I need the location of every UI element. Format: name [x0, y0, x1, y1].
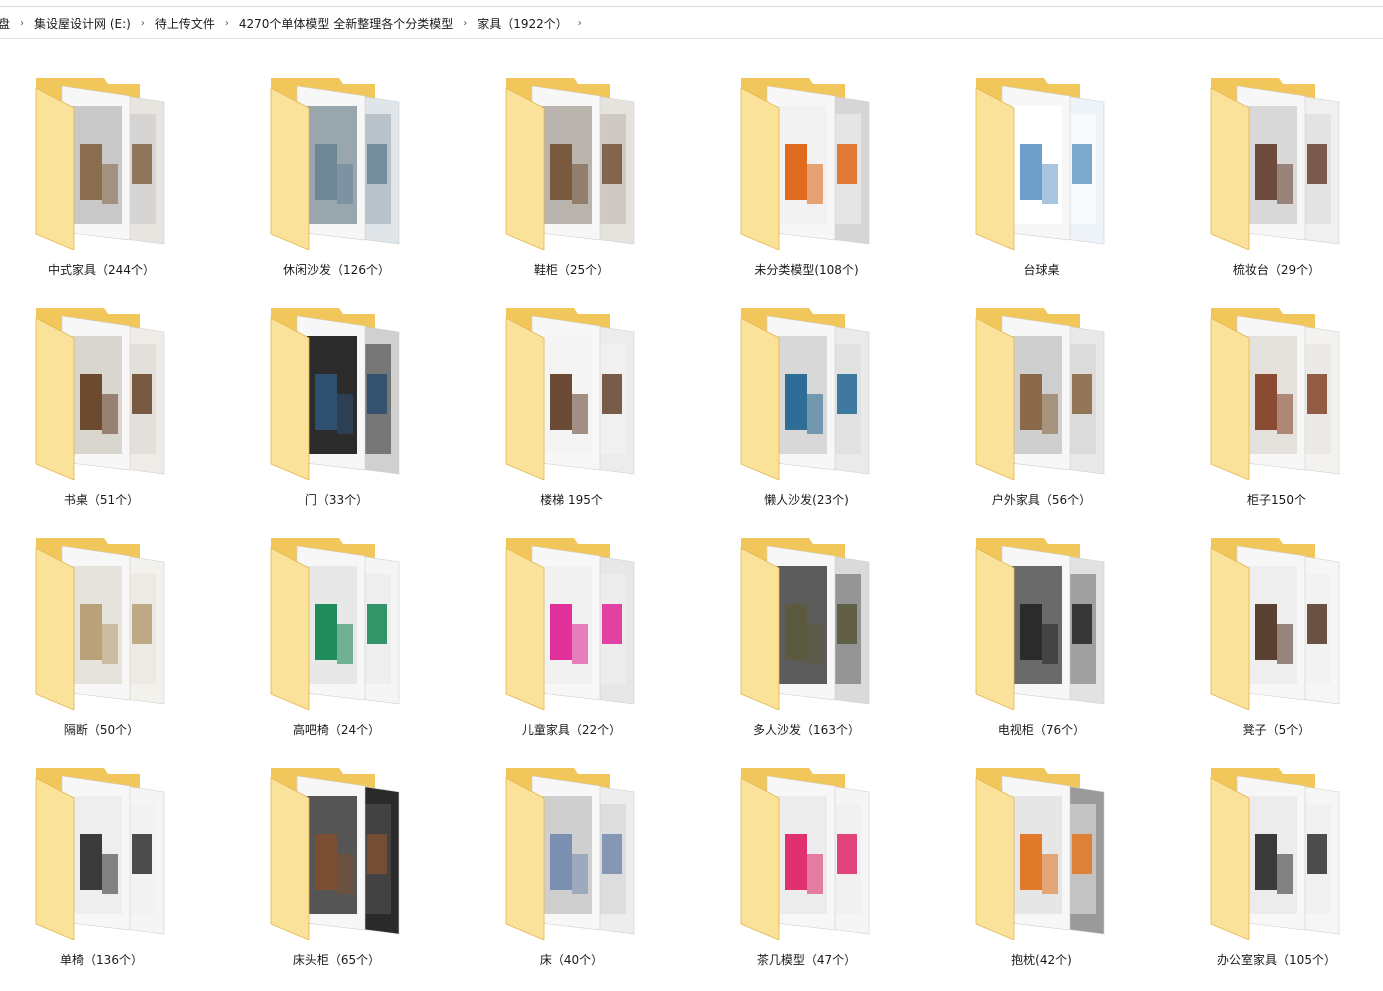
- folder-item[interactable]: 户外家具（56个）: [940, 298, 1175, 528]
- folder-item[interactable]: 抱枕(42个): [940, 758, 1175, 988]
- folder-label: 单椅（136个）: [60, 953, 143, 967]
- folder-item[interactable]: 台球桌: [940, 68, 1175, 298]
- folder-label: 床（40个）: [539, 953, 604, 967]
- folder-item[interactable]: 凳子（5个）: [1175, 528, 1383, 758]
- folder-label: 书桌（51个）: [63, 493, 140, 507]
- folder-item[interactable]: 门（33个）: [235, 298, 470, 528]
- folder-item[interactable]: 鞋柜（25个）: [470, 68, 705, 298]
- folder-label: 户外家具（56个）: [991, 493, 1092, 507]
- folder-icon: [1210, 768, 1340, 940]
- folder-item[interactable]: 单椅（136个）: [0, 758, 235, 988]
- folder-icon: [35, 308, 165, 480]
- folder-item[interactable]: 床头柜（65个）: [235, 758, 470, 988]
- folder-item[interactable]: 休闲沙发（126个）: [235, 68, 470, 298]
- folder-icon: [975, 768, 1105, 940]
- folder-icon: [740, 538, 870, 710]
- folder-label: 休闲沙发（126个）: [283, 263, 390, 277]
- folder-label: 梳妆台（29个）: [1232, 263, 1321, 277]
- folder-label: 床头柜（65个）: [292, 953, 381, 967]
- folder-label: 鞋柜（25个）: [533, 263, 610, 277]
- folder-icon: [740, 308, 870, 480]
- folder-icon: [505, 308, 635, 480]
- folder-label: 台球桌: [1023, 263, 1060, 277]
- folder-icon: [505, 78, 635, 250]
- folder-item[interactable]: 高吧椅（24个）: [235, 528, 470, 758]
- folder-icon: [975, 308, 1105, 480]
- folder-item[interactable]: 未分类模型(108个): [705, 68, 940, 298]
- chevron-right-icon[interactable]: ›: [219, 18, 235, 29]
- folder-icon: [270, 308, 400, 480]
- folder-icon: [505, 538, 635, 710]
- folder-item[interactable]: 办公室家具（105个）: [1175, 758, 1383, 988]
- folder-icon: [505, 768, 635, 940]
- chevron-right-icon[interactable]: ›: [457, 18, 473, 29]
- breadcrumb-item[interactable]: 盘: [0, 15, 14, 32]
- folder-item[interactable]: 书桌（51个）: [0, 298, 235, 528]
- folder-icon: [740, 78, 870, 250]
- folder-label: 隔断（50个）: [63, 723, 140, 737]
- folder-label: 懒人沙发(23个): [764, 493, 849, 507]
- folder-icon: [270, 538, 400, 710]
- top-border: [0, 6, 1383, 7]
- folder-item[interactable]: 茶几模型（47个）: [705, 758, 940, 988]
- folder-item[interactable]: 多人沙发（163个）: [705, 528, 940, 758]
- folder-item[interactable]: 隔断（50个）: [0, 528, 235, 758]
- breadcrumb-item[interactable]: 集设屋设计网 (E:): [30, 15, 135, 32]
- folder-grid: 中式家具（244个） 休闲沙发（126个） 鞋柜（25个） 未分类模型(108个) 台球…: [0, 68, 1383, 988]
- folder-label: 儿童家具（22个）: [521, 723, 622, 737]
- folder-icon: [35, 78, 165, 250]
- breadcrumb: 盘›集设屋设计网 (E:)›待上传文件›4270个单体模型 全新整理各个分类模型…: [0, 8, 1383, 39]
- folder-icon: [975, 78, 1105, 250]
- chevron-right-icon[interactable]: ›: [572, 18, 588, 29]
- folder-icon: [35, 768, 165, 940]
- folder-item[interactable]: 床（40个）: [470, 758, 705, 988]
- folder-label: 门（33个）: [304, 493, 369, 507]
- folder-item[interactable]: 中式家具（244个）: [0, 68, 235, 298]
- chevron-right-icon[interactable]: ›: [135, 18, 151, 29]
- folder-label: 办公室家具（105个）: [1217, 953, 1336, 967]
- folder-item[interactable]: 楼梯 195个: [470, 298, 705, 528]
- folder-label: 茶几模型（47个）: [756, 953, 857, 967]
- folder-icon: [35, 538, 165, 710]
- folder-label: 多人沙发（163个）: [753, 723, 860, 737]
- breadcrumb-item[interactable]: 待上传文件: [151, 15, 219, 32]
- folder-item[interactable]: 柜子150个: [1175, 298, 1383, 528]
- folder-icon: [1210, 308, 1340, 480]
- folder-label: 中式家具（244个）: [48, 263, 155, 277]
- breadcrumb-item[interactable]: 4270个单体模型 全新整理各个分类模型: [235, 15, 457, 32]
- folder-icon: [1210, 538, 1340, 710]
- folder-item[interactable]: 懒人沙发(23个): [705, 298, 940, 528]
- folder-icon: [270, 768, 400, 940]
- folder-label: 高吧椅（24个）: [292, 723, 381, 737]
- folder-label: 电视柜（76个）: [997, 723, 1086, 737]
- folder-item[interactable]: 电视柜（76个）: [940, 528, 1175, 758]
- folder-label: 凳子（5个）: [1242, 723, 1311, 737]
- folder-icon: [1210, 78, 1340, 250]
- folder-item[interactable]: 梳妆台（29个）: [1175, 68, 1383, 298]
- folder-label: 未分类模型(108个): [754, 263, 859, 277]
- chevron-right-icon[interactable]: ›: [14, 18, 30, 29]
- folder-label: 抱枕(42个): [1011, 953, 1072, 967]
- folder-label: 楼梯 195个: [540, 493, 603, 507]
- folder-icon: [270, 78, 400, 250]
- folder-icon: [975, 538, 1105, 710]
- folder-label: 柜子150个: [1247, 493, 1306, 507]
- folder-icon: [740, 768, 870, 940]
- folder-item[interactable]: 儿童家具（22个）: [470, 528, 705, 758]
- breadcrumb-item[interactable]: 家具（1922个）: [473, 15, 572, 32]
